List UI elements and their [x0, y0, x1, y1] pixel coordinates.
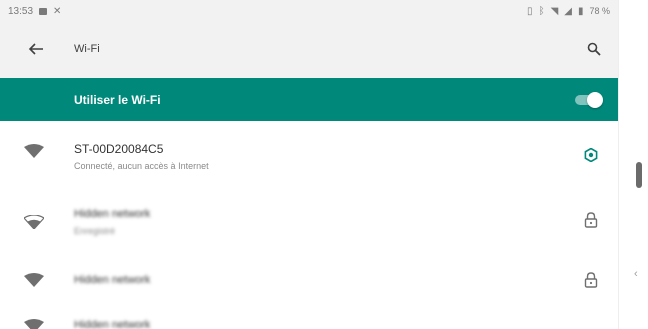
network-status: Enregistré — [74, 226, 116, 236]
network-name: ST-00D20084C5 — [74, 142, 164, 156]
lock-icon — [584, 212, 598, 228]
wifi-toggle[interactable] — [573, 92, 603, 108]
toolbar: Wi-Fi — [0, 22, 618, 78]
search-button[interactable] — [580, 35, 608, 63]
message-icon — [39, 7, 48, 15]
battery-percent: 78 % — [589, 6, 610, 16]
status-bar: 13:53 ✕ ▯ ᛒ ◥ ◢ ▮ 78 % — [0, 0, 618, 22]
network-row[interactable]: Hidden network — [0, 310, 618, 329]
network-row[interactable]: Hidden network Enregistré — [0, 193, 618, 249]
wifi-master-label: Utiliser le Wi-Fi — [74, 93, 161, 107]
page-title: Wi-Fi — [74, 43, 100, 55]
notification-icon: ✕ — [53, 5, 62, 17]
wifi-signal-partial-icon — [24, 215, 44, 229]
status-right: ▯ ᛒ ◥ ◢ ▮ 78 % — [527, 6, 610, 17]
network-status: Connecté, aucun accès à Internet — [74, 161, 209, 171]
status-left: 13:53 ✕ — [8, 6, 61, 17]
android-screen: 13:53 ✕ ▯ ᛒ ◥ ◢ ▮ 78 % Wi-Fi Utiliser le… — [0, 0, 618, 329]
network-name: Hidden network — [74, 208, 151, 220]
bluetooth-icon: ᛒ — [538, 5, 545, 17]
signal-icon: ◢ — [564, 5, 572, 17]
network-lock — [580, 209, 602, 231]
wifi-signal-full-icon — [24, 319, 44, 329]
network-name: Hidden network — [74, 319, 151, 329]
network-lock — [580, 269, 602, 291]
back-button[interactable] — [22, 35, 50, 63]
status-time: 13:53 — [8, 5, 34, 17]
chevron-left-icon[interactable]: ‹ — [634, 268, 638, 280]
gear-icon — [584, 148, 598, 162]
scroll-handle[interactable] — [636, 162, 642, 188]
toggle-thumb — [587, 92, 603, 108]
wifi-status-icon: ◥ — [550, 5, 559, 17]
network-settings-button[interactable] — [580, 144, 602, 166]
network-row[interactable]: Hidden network — [0, 255, 618, 307]
vibrate-icon: ▯ — [527, 5, 533, 17]
side-panel — [618, 0, 648, 329]
search-icon — [587, 42, 601, 56]
wifi-signal-full-icon — [24, 273, 44, 287]
battery-icon: ▮ — [577, 5, 584, 17]
lock-icon — [584, 272, 598, 288]
wifi-master-switch-bar[interactable]: Utiliser le Wi-Fi — [0, 78, 618, 121]
arrow-back-icon — [28, 43, 43, 55]
network-name: Hidden network — [74, 274, 151, 286]
network-row-connected[interactable]: ST-00D20084C5 Connecté, aucun accès à In… — [0, 121, 618, 181]
wifi-signal-full-icon — [24, 144, 44, 158]
